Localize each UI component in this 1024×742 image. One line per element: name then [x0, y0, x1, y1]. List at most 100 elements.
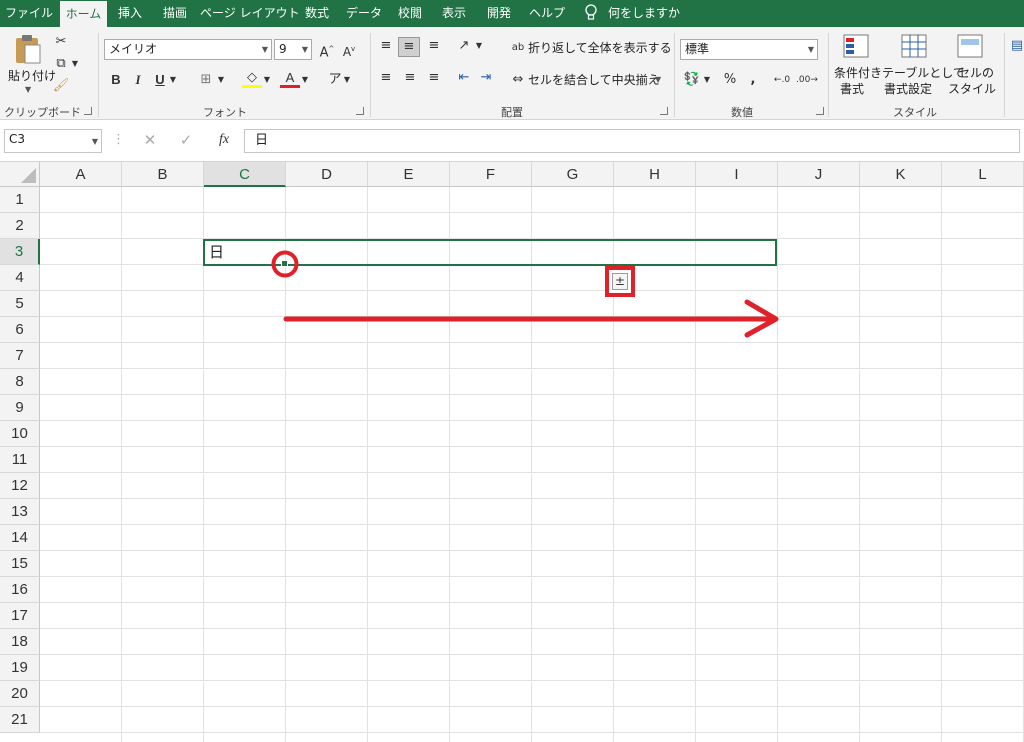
row-header-7[interactable]: 7	[0, 343, 40, 369]
cancel-icon[interactable]: ✕	[140, 131, 160, 149]
column-header-d[interactable]: D	[286, 162, 368, 187]
column-header-i[interactable]: I	[696, 162, 778, 187]
tab-page-layout[interactable]: ページ レイアウト	[200, 0, 300, 27]
row-header-16[interactable]: 16	[0, 577, 40, 603]
row-header-5[interactable]: 5	[0, 291, 40, 317]
comma-button[interactable]: ,	[744, 71, 762, 89]
column-header-e[interactable]: E	[368, 162, 450, 187]
worksheet-grid[interactable]: ABCDEFGHIJKL 1 2 3 4 5 6 7 8 9 10 11 12 13 14 15 16 17 18…	[0, 162, 1024, 742]
decrease-font-icon[interactable]: Av	[340, 40, 358, 61]
tab-draw[interactable]: 描画	[153, 0, 197, 27]
column-header-f[interactable]: F	[450, 162, 532, 187]
row-header-15[interactable]: 15	[0, 551, 40, 577]
fill-color-icon[interactable]: ◇	[242, 69, 262, 88]
align-bottom-icon[interactable]: ≡	[424, 37, 444, 55]
chevron-down-icon[interactable]: ▼	[702, 71, 712, 89]
format-painter-icon[interactable]: 🖌	[52, 77, 70, 95]
row-header-18[interactable]: 18	[0, 629, 40, 655]
chevron-down-icon[interactable]: ▼	[262, 71, 272, 89]
tab-home[interactable]: ホーム	[60, 0, 107, 27]
font-name-select[interactable]: メイリオ ▼	[104, 39, 272, 60]
align-center-icon[interactable]: ≡	[400, 69, 420, 87]
orientation-icon[interactable]: ↗	[454, 37, 474, 55]
dialog-launcher-icon[interactable]	[356, 107, 364, 115]
column-header-a[interactable]: A	[40, 162, 122, 187]
tab-insert[interactable]: 挿入	[110, 0, 150, 27]
row-header-4[interactable]: 4	[0, 265, 40, 291]
row-header-6[interactable]: 6	[0, 317, 40, 343]
cell-styles-button[interactable]: セルの スタイル	[948, 33, 996, 99]
increase-indent-icon[interactable]: ⇥	[476, 69, 496, 87]
number-format-select[interactable]: 標準 ▼	[680, 39, 818, 60]
tell-me-box[interactable]: 何をしますか	[580, 0, 680, 27]
paste-button[interactable]: 貼り付け ▼	[8, 33, 56, 95]
copy-icon[interactable]: ⧉	[52, 55, 70, 73]
row-header-12[interactable]: 12	[0, 473, 40, 499]
chevron-down-icon[interactable]: ▼	[342, 71, 352, 89]
row-header-14[interactable]: 14	[0, 525, 40, 551]
column-header-b[interactable]: B	[122, 162, 204, 187]
tab-review[interactable]: 校閲	[391, 0, 429, 27]
column-header-g[interactable]: G	[532, 162, 614, 187]
row-header-13[interactable]: 13	[0, 499, 40, 525]
align-top-icon[interactable]: ≡	[376, 37, 396, 55]
row-header-20[interactable]: 20	[0, 681, 40, 707]
insert-function-button[interactable]: fx	[212, 131, 236, 149]
dialog-launcher-icon[interactable]	[816, 107, 824, 115]
row-header-8[interactable]: 8	[0, 369, 40, 395]
row-header-2[interactable]: 2	[0, 213, 40, 239]
chevron-down-icon[interactable]: ▼	[474, 37, 484, 55]
column-header-h[interactable]: H	[614, 162, 696, 187]
select-all-button[interactable]	[0, 162, 40, 187]
tab-view[interactable]: 表示	[432, 0, 476, 27]
dialog-launcher-icon[interactable]	[660, 107, 668, 115]
format-as-table-button[interactable]: テーブルとして 書式設定	[882, 33, 965, 99]
borders-icon[interactable]: ⊞	[196, 71, 216, 89]
decrease-decimal-icon[interactable]: .00→	[796, 71, 818, 89]
font-size-select[interactable]: 9 ▼	[274, 39, 312, 60]
bold-button[interactable]: B	[108, 71, 124, 89]
tab-help[interactable]: ヘルプ	[522, 0, 572, 27]
chevron-down-icon[interactable]: ▼	[216, 71, 226, 89]
font-color-icon[interactable]: A	[280, 69, 300, 88]
row-header-9[interactable]: 9	[0, 395, 40, 421]
currency-icon[interactable]: 💱	[682, 71, 702, 89]
row-header-3[interactable]: 3	[0, 239, 40, 265]
tab-formulas[interactable]: 数式	[297, 0, 337, 27]
column-header-l[interactable]: L	[942, 162, 1024, 187]
decrease-indent-icon[interactable]: ⇤	[454, 69, 474, 87]
tab-developer[interactable]: 開発	[479, 0, 519, 27]
chevron-down-icon[interactable]: ▼	[168, 71, 178, 89]
increase-decimal-icon[interactable]: ←.0	[772, 71, 792, 89]
increase-font-icon[interactable]: A^	[318, 40, 336, 62]
conditional-formatting-button[interactable]: 条件付き 書式	[834, 33, 882, 99]
chevron-down-icon[interactable]: ▼	[70, 55, 80, 73]
underline-button[interactable]: U	[152, 71, 168, 89]
name-box[interactable]: C3 ▼	[4, 129, 102, 153]
row-header-21[interactable]: 21	[0, 707, 40, 733]
column-header-c[interactable]: C	[204, 162, 286, 187]
row-header-17[interactable]: 17	[0, 603, 40, 629]
align-middle-icon[interactable]: ≡	[398, 37, 420, 57]
row-header-11[interactable]: 11	[0, 447, 40, 473]
row-header-19[interactable]: 19	[0, 655, 40, 681]
row-header-1[interactable]: 1	[0, 187, 40, 213]
formula-input[interactable]: 日	[244, 129, 1020, 153]
column-header-j[interactable]: J	[778, 162, 860, 187]
column-header-k[interactable]: K	[860, 162, 942, 187]
align-right-icon[interactable]: ≡	[424, 69, 444, 87]
cell-c3-value[interactable]: 日	[209, 241, 224, 263]
align-left-icon[interactable]: ≡	[376, 69, 396, 87]
tab-file[interactable]: ファイル	[0, 0, 58, 27]
autofill-options-button[interactable]: ±	[612, 273, 628, 290]
cut-icon[interactable]: ✂	[52, 33, 70, 51]
wrap-text-button[interactable]: ab 折り返して全体を表示する	[510, 39, 672, 59]
insert-cells-icon[interactable]: ▤	[1010, 37, 1024, 55]
chevron-down-icon[interactable]: ▼	[300, 71, 310, 89]
row-header-10[interactable]: 10	[0, 421, 40, 447]
enter-icon[interactable]: ✓	[176, 131, 196, 149]
italic-button[interactable]: I	[130, 71, 146, 89]
percent-button[interactable]: %	[720, 71, 740, 89]
dialog-launcher-icon[interactable]	[84, 107, 92, 115]
merge-center-button[interactable]: ⇔ セルを結合して中央揃え ▼	[510, 71, 665, 91]
